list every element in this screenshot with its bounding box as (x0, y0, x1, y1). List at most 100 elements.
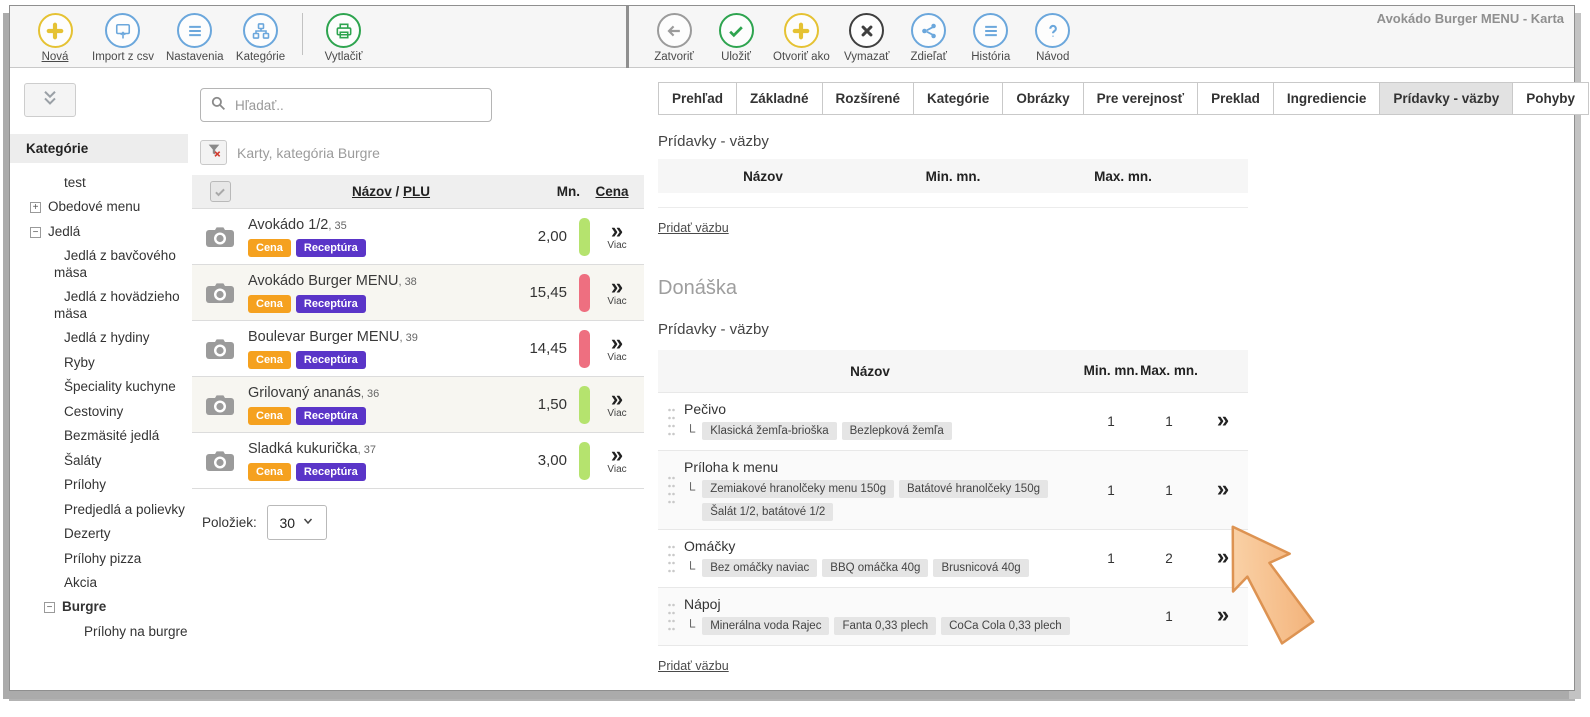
open-binding-button[interactable]: » (1217, 602, 1229, 627)
add-vazba-link[interactable]: Pridať väzbu (658, 221, 729, 235)
toolbar-button-vytlacit[interactable]: Vytlačiť (313, 11, 375, 65)
sidebar-item-test[interactable]: test (10, 175, 188, 191)
sidebar-item-burgre[interactable]: −Burgre (10, 599, 188, 615)
sort-cena-link[interactable]: Cena (580, 184, 644, 199)
card-row[interactable]: Sladká kukurička, 37CenaReceptúra3,00»Vi… (192, 432, 644, 489)
more-button[interactable]: »Viac (590, 390, 644, 419)
per-page-label: Položiek: (202, 515, 257, 530)
collapse-icon[interactable]: − (44, 602, 55, 613)
card-row[interactable]: Avokádo Burger MENU, 38CenaReceptúra15,4… (192, 264, 644, 320)
more-label: Viac (607, 464, 626, 475)
more-button[interactable]: »Viac (590, 446, 644, 475)
sidebar-item-akcia[interactable]: Akcia (10, 575, 188, 591)
card-row[interactable]: Avokádo 1/2, 35CenaReceptúra2,00»Viac (192, 208, 644, 264)
more-button[interactable]: »Viac (590, 334, 644, 363)
sidebar-item-label: Prílohy na burgre (84, 624, 188, 639)
sidebar-item-label: Akcia (64, 575, 97, 590)
sidebar-item-obedove-menu[interactable]: +Obedové menu (10, 199, 188, 215)
sidebar-item-speciality-kuchyne[interactable]: Špeciality kuchyne (10, 379, 188, 395)
more-button[interactable]: »Viac (590, 222, 644, 251)
option-chip: Klasická žemľa-brioška (702, 422, 836, 440)
open-binding-button[interactable]: » (1217, 544, 1229, 569)
option-chip: CoCa Cola 0,33 plech (941, 617, 1070, 635)
chevron-down-icon (302, 514, 314, 532)
card-plu: 38 (405, 276, 417, 288)
card-name: Grilovaný ananás (248, 385, 361, 401)
tab-prehlad[interactable]: Prehľad (658, 82, 737, 115)
toolbar-button-vymazat[interactable]: Vymazať (836, 11, 898, 65)
sidebar-item-cestoviny[interactable]: Cestoviny (10, 404, 188, 420)
toolbar-button-ulozit[interactable]: Uložiť (705, 11, 767, 65)
open-binding-button[interactable]: » (1217, 476, 1229, 501)
clear-filter-button[interactable] (200, 140, 227, 165)
window-title: Avokádo Burger MENU - Karta (1377, 11, 1564, 26)
more-button[interactable]: »Viac (590, 278, 644, 307)
option-chip: Bezlepková žemľa (842, 422, 952, 440)
tab-pre-verejnost[interactable]: Pre verejnosť (1083, 82, 1199, 115)
sidebar-item-jedla-z-hydiny[interactable]: Jedlá z hydiny (10, 330, 188, 346)
card-price: 15,45 (503, 284, 567, 301)
toolbar-button-nastavenia[interactable]: Nastavenia (160, 11, 230, 65)
per-page-select[interactable]: 30 (267, 505, 327, 540)
sidebar-item-predjedla-a-polievky[interactable]: Predjedlá a polievky (10, 502, 188, 518)
toolbar-button-nova[interactable]: Nová (24, 11, 86, 65)
toolbar-button-kategorie[interactable]: Kategórie (230, 11, 292, 65)
binding-max: 2 (1140, 551, 1198, 566)
sidebar-item-bezmasite-jedla[interactable]: Bezmäsité jedlá (10, 428, 188, 444)
sidebar-item-label: Jedlá (48, 224, 80, 239)
open-binding-button[interactable]: » (1217, 407, 1229, 432)
tag-receptura: Receptúra (296, 351, 366, 369)
card-row[interactable]: Boulevar Burger MENU, 39CenaReceptúra14,… (192, 320, 644, 376)
search-box (200, 88, 492, 122)
drag-handle-icon[interactable] (658, 596, 684, 637)
sidebar-item-jedla-z-hovadzieho-masa[interactable]: Jedlá z hovädzieho mäsa (10, 289, 188, 322)
select-all-checkbox[interactable] (210, 181, 231, 202)
tab-zakladne[interactable]: Základné (736, 82, 823, 115)
expand-icon[interactable]: + (30, 202, 41, 213)
toolbar-button-navod[interactable]: Návod (1022, 11, 1084, 65)
donaska-title: Donáška (658, 277, 1566, 300)
search-input[interactable] (235, 98, 483, 113)
tab-kategorie[interactable]: Kategórie (913, 82, 1003, 115)
tab-preklad[interactable]: Preklad (1197, 82, 1274, 115)
card-row[interactable]: Grilovaný ananás, 36CenaReceptúra1,50»Vi… (192, 376, 644, 432)
sidebar-item-jedla-z-bavcoveho-masa[interactable]: Jedlá z bavčového mäsa (10, 248, 188, 281)
drag-handle-icon[interactable] (658, 401, 684, 442)
sort-plu-link[interactable]: PLU (403, 184, 430, 199)
collapse-icon[interactable]: − (30, 227, 41, 238)
double-chevron-icon: » (611, 390, 623, 408)
sitemap-icon (243, 13, 278, 48)
sidebar-item-ryby[interactable]: Ryby (10, 355, 188, 371)
toolbar-button-zatvorit[interactable]: Zatvoriť (643, 11, 705, 65)
drag-handle-icon[interactable] (658, 538, 684, 579)
toolbar-button-historia[interactable]: História (960, 11, 1022, 65)
sidebar-item-label: Predjedlá a polievky (64, 502, 185, 517)
tab-pohyby[interactable]: Pohyby (1512, 82, 1589, 115)
status-bar-red (579, 274, 590, 312)
drag-handle-icon[interactable] (658, 459, 684, 521)
sort-nazov-link[interactable]: Názov (352, 184, 392, 199)
tab-rozsirene[interactable]: Rozšírené (822, 82, 915, 115)
toolbar-button-otvorit-ako[interactable]: Otvoriť ako (767, 11, 836, 65)
card-price: 14,45 (503, 340, 567, 357)
sidebar-item-prilohy-na-burgre[interactable]: Prílohy na burgre (10, 624, 188, 640)
sidebar-collapse-button[interactable] (24, 83, 76, 117)
more-label: Viac (607, 240, 626, 251)
sidebar-item-dezerty[interactable]: Dezerty (10, 526, 188, 542)
tab-pridavky-vazby[interactable]: Prídavky - väzby (1379, 82, 1513, 115)
double-chevron-icon: » (611, 446, 623, 464)
toolbar-button-label: Import z csv (92, 51, 154, 63)
add-vazba-link[interactable]: Pridať väzbu (658, 659, 729, 673)
sidebar-item-prilohy[interactable]: Prílohy (10, 477, 188, 493)
list-title: Karty, kategória Burgre (237, 145, 380, 161)
toolbar-button-zdielat[interactable]: Zdieľať (898, 11, 960, 65)
tab-obrazky[interactable]: Obrázky (1002, 82, 1083, 115)
tab-ingrediencie[interactable]: Ingrediencie (1273, 82, 1381, 115)
sidebar-item-jedla[interactable]: −Jedlá (10, 224, 188, 240)
sidebar-item-prilohy-pizza[interactable]: Prílohy pizza (10, 551, 188, 567)
sidebar-item-label: Prílohy pizza (64, 551, 141, 566)
per-page-value: 30 (279, 515, 295, 531)
option-chip: Šalát 1/2, batátové 1/2 (702, 503, 833, 521)
sidebar-item-salaty[interactable]: Šaláty (10, 453, 188, 469)
toolbar-button-import-z-csv[interactable]: Import z csv (86, 11, 160, 65)
